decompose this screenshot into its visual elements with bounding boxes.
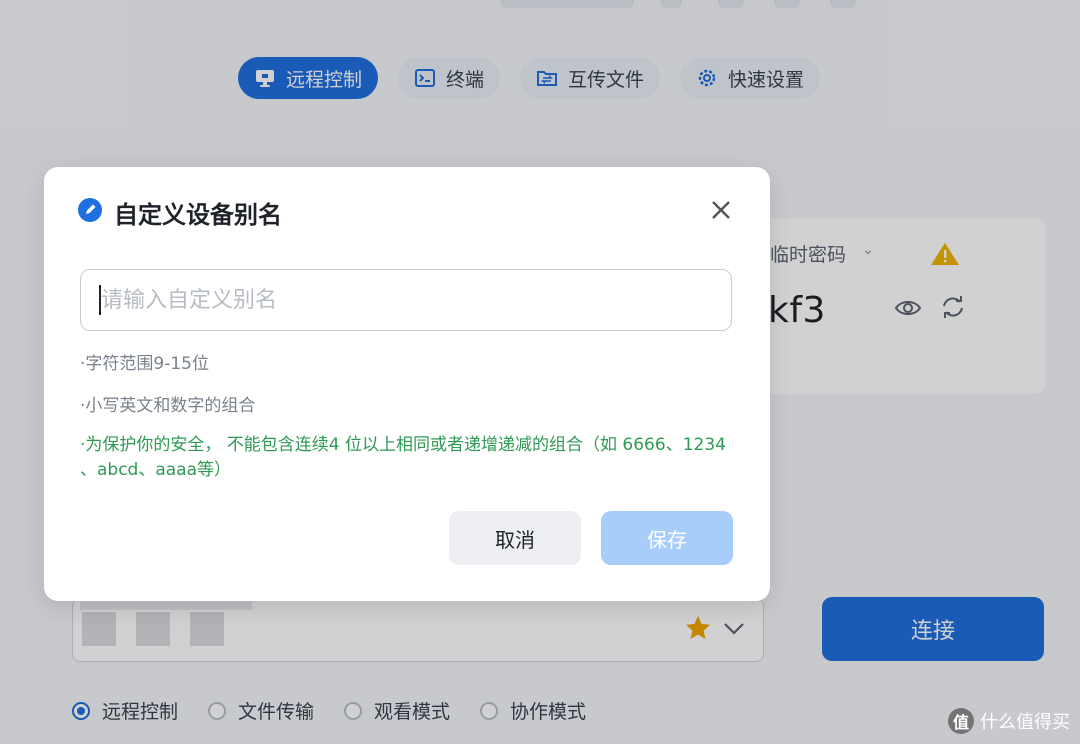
save-button[interactable]: 保存 bbox=[601, 511, 733, 565]
close-icon[interactable] bbox=[708, 197, 734, 223]
watermark-text: 什么值得买 bbox=[980, 712, 1070, 733]
rule-length: ·字符范围9-15位 bbox=[80, 354, 209, 374]
watermark-logo-icon: 值 bbox=[948, 708, 974, 734]
rule-security: ·为保护你的安全， 不能包含连续4 位以上相同或者递增递减的组合（如 6666、… bbox=[80, 435, 726, 480]
dialog-title: 自定义设备别名 bbox=[114, 201, 282, 229]
cancel-button[interactable]: 取消 bbox=[449, 511, 581, 565]
rule-charset: ·小写英文和数字的组合 bbox=[80, 396, 256, 416]
text-cursor bbox=[99, 285, 101, 315]
alias-input[interactable] bbox=[80, 269, 732, 331]
alias-dialog: 自定义设备别名 ·字符范围9-15位 ·小写英文和数字的组合 ·为保护你的安全，… bbox=[44, 167, 770, 601]
watermark: 值 什么值得买 bbox=[948, 708, 1070, 734]
edit-icon bbox=[77, 197, 103, 223]
